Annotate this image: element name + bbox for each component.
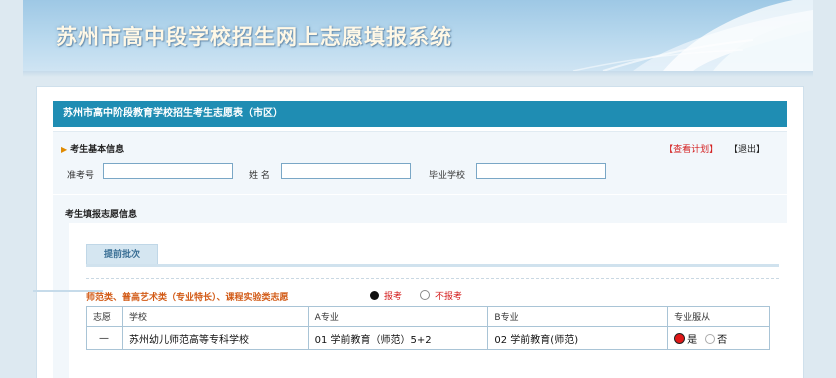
col-header-major-a: A专业 (307, 306, 489, 327)
book-pages-illustration (572, 0, 813, 71)
triangle-bullet-icon: ▶ (61, 145, 68, 154)
form-title-bar: 苏州市高中阶段教育学校招生考生志愿表（市区） (53, 101, 787, 127)
school-field[interactable] (476, 163, 606, 179)
not-apply-radio-label: 不报考 (435, 292, 463, 302)
basic-info-title: ▶ 考生基本信息 (61, 142, 124, 155)
basic-info-title-text: 考生基本信息 (70, 145, 125, 155)
top-links: 【查看计划】 【退出】 (664, 142, 765, 155)
exam-no-label: 准考号 (67, 171, 95, 181)
radio-selected-icon (370, 291, 379, 300)
school-select[interactable]: 苏州幼儿师范高等专科学校 (121, 326, 309, 350)
obey-no-radio[interactable]: 否 (697, 333, 728, 346)
school-label: 毕业学校 (429, 171, 466, 181)
top-banner: 苏州市高中段学校招生网上志愿填报系统 (23, 0, 813, 71)
exam-no-field[interactable] (103, 163, 233, 179)
obey-cell: 是否 (667, 326, 770, 350)
tab-underline (86, 264, 779, 267)
radio-selected-icon (674, 332, 686, 344)
radio-unselected-icon (705, 333, 716, 344)
divider (86, 278, 779, 279)
obey-yes-radio[interactable]: 是 (674, 332, 698, 346)
col-header-major-b: B专业 (487, 306, 669, 327)
col-header-obey: 专业服从 (667, 306, 770, 327)
not-apply-radio[interactable]: 不报考 (420, 289, 462, 302)
fill-info-title: 考生填报志愿信息 (65, 210, 138, 220)
obey-yes-label: 是 (687, 334, 698, 346)
apply-radio[interactable]: 报考 (370, 289, 402, 302)
site-title: 苏州市高中段学校招生网上志愿填报系统 (56, 25, 452, 49)
category-label: 师范类、普高艺术类（专业特长）、课程实验类志愿 (86, 293, 289, 303)
col-header-school: 学校 (121, 306, 309, 327)
obey-no-label: 否 (717, 334, 728, 346)
main-panel: 苏州市高中阶段教育学校招生考生志愿表（市区） ▶ 考生基本信息 【查看计划】 【退… (36, 86, 804, 378)
name-field[interactable] (281, 163, 411, 179)
basic-info-section: ▶ 考生基本信息 【查看计划】 【退出】 准考号 姓 名 毕业学校 (53, 131, 787, 194)
tab-early-batch[interactable]: 提前批次 (86, 244, 158, 265)
radio-unselected-icon (420, 290, 430, 300)
next-tab-edge (33, 290, 103, 292)
batch-box: 提前批次 师范类、普高艺术类（专业特长）、课程实验类志愿 报考 不报考 志愿 学… (69, 223, 787, 378)
major-a-select[interactable]: 01 学前教育（师范）5+2 (307, 326, 489, 350)
fill-info-section: 考生填报志愿信息 提前批次 师范类、普高艺术类（专业特长）、课程实验类志愿 报考… (53, 195, 787, 378)
major-b-select[interactable]: 02 学前教育(师范) (487, 326, 669, 350)
table-row: — 苏州幼儿师范高等专科学校 01 学前教育（师范）5+2 02 学前教育(师范… (86, 326, 770, 350)
row-index: — (86, 326, 123, 350)
col-header-wish: 志愿 (86, 306, 123, 327)
table-header-row: 志愿 学校 A专业 B专业 专业服从 (86, 306, 770, 327)
banner-shadow (23, 71, 813, 77)
view-plan-link[interactable]: 【查看计划】 (664, 145, 718, 155)
name-label: 姓 名 (249, 171, 270, 181)
wish-table: 志愿 学校 A专业 B专业 专业服从 — 苏州幼儿师范高等专科学校 01 学前教… (86, 306, 770, 350)
logout-link[interactable]: 【退出】 (729, 145, 765, 155)
apply-radio-label: 报考 (384, 292, 403, 302)
